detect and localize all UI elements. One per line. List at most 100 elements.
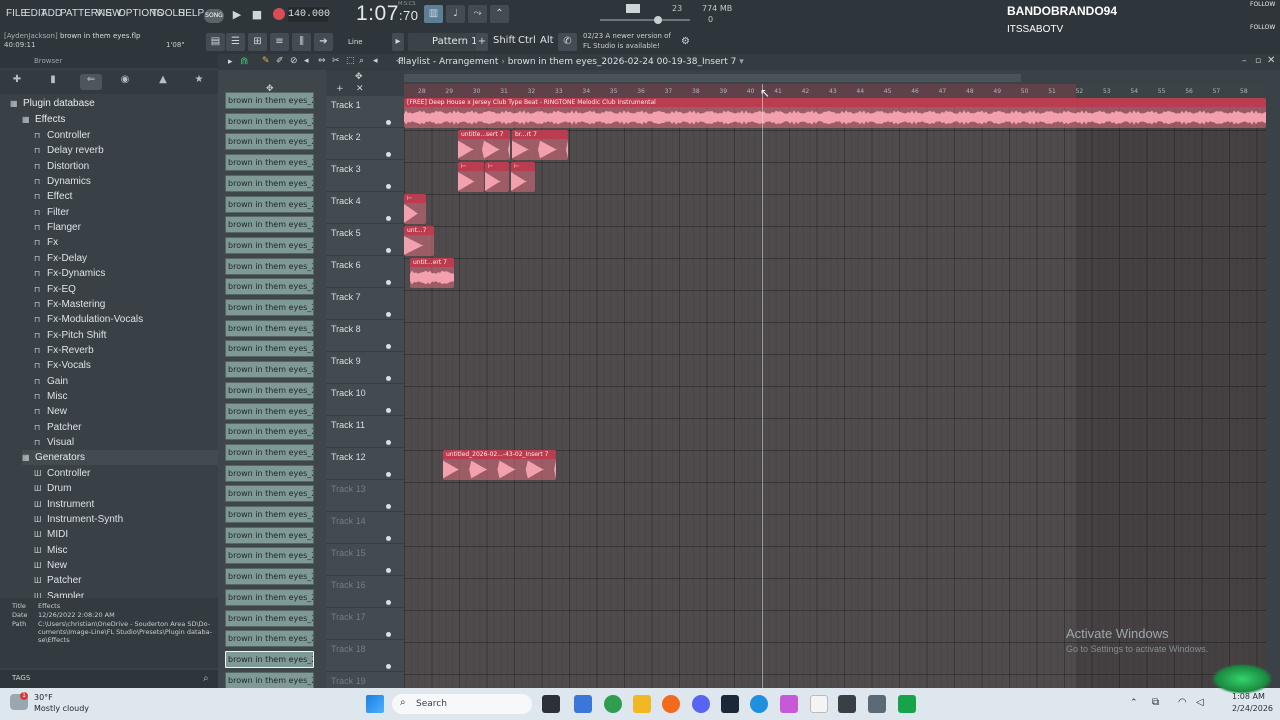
file-explorer-icon[interactable] (633, 695, 651, 713)
discord-icon[interactable] (692, 695, 710, 713)
tree-item-effect[interactable]: ⊓ Dynamics (34, 174, 91, 189)
audio-clip-t2a[interactable]: untitle...sert 7 (458, 130, 510, 160)
task-view-icon[interactable] (542, 695, 560, 713)
browser-file-icon[interactable]: ▮ (42, 74, 64, 90)
track-mute-led[interactable] (386, 376, 391, 381)
browser-star-icon[interactable]: ◉ (114, 74, 136, 90)
clip-source-item[interactable]: brown in them eyes_202... (225, 381, 314, 399)
metronome-icon[interactable]: ⌃ (490, 5, 509, 23)
record-button[interactable] (270, 5, 288, 23)
tree-item-effect[interactable]: ⊓ Fx-Pitch Shift (34, 328, 106, 343)
app-icon-1[interactable] (838, 695, 856, 713)
alt-key[interactable]: Alt (540, 35, 554, 46)
track-mute-led[interactable] (386, 280, 391, 285)
minimize-icon[interactable]: – (1242, 56, 1247, 66)
add-track-icon[interactable]: + (336, 84, 344, 94)
weather-desc[interactable]: Mostly cloudy (34, 704, 89, 713)
piano-roll-icon[interactable]: ☰ (226, 33, 245, 51)
snap-select[interactable]: Line (338, 35, 386, 49)
menu-add[interactable]: ADD (41, 8, 62, 19)
track-mute-led[interactable] (386, 440, 391, 445)
slice-tool-icon[interactable]: ✂ (332, 56, 340, 66)
clip-source-item[interactable]: brown in them eyes_202... (225, 361, 314, 379)
pattern-add-icon[interactable]: + (476, 33, 488, 51)
track-mute-led[interactable] (386, 312, 391, 317)
delete-tool-icon[interactable]: ⊘ (290, 56, 298, 66)
clip-source-item[interactable]: brown in them eyes_202... (225, 154, 314, 172)
clip-source-item[interactable]: brown in them eyes_202... (225, 609, 314, 627)
paint-tool-icon[interactable]: ✐ (276, 56, 284, 66)
track-mute-led[interactable] (386, 600, 391, 605)
tree-item-effect[interactable]: ⊓ Flanger (34, 220, 81, 235)
track-mute-led[interactable] (386, 216, 391, 221)
browser-cloud-icon[interactable]: ▲ (152, 74, 174, 90)
wifi-icon[interactable]: ◠ (1178, 697, 1187, 708)
pencil-tool-icon[interactable]: ✎ (262, 56, 270, 66)
copilot-app-icon[interactable] (780, 695, 798, 713)
clip-source-item[interactable]: brown in them eyes_202... (225, 278, 314, 296)
clip-source-item[interactable]: brown in them eyes_202... (225, 485, 314, 503)
plugin-picker-icon[interactable]: ⫼ (292, 33, 311, 51)
tree-item-effect[interactable]: ⊓ Visual (34, 435, 74, 450)
settings-icon[interactable] (868, 695, 886, 713)
track-mute-led[interactable] (386, 184, 391, 189)
track-mute-led[interactable] (386, 536, 391, 541)
clip-source-item[interactable]: brown in them eyes_202... (225, 257, 314, 275)
tree-item-effect[interactable]: ⊓ Controller (34, 128, 90, 143)
tree-item-effect[interactable]: ⊓ Fx-Reverb (34, 343, 94, 358)
track-mute-led[interactable] (386, 152, 391, 157)
tempo-display[interactable]: 140.000 (288, 7, 330, 22)
clip-source-item[interactable]: brown in them eyes_202... (225, 526, 314, 544)
tray-chevron-icon[interactable]: ⌃ (1130, 698, 1138, 708)
track-mute-led[interactable] (386, 568, 391, 573)
mixer-icon[interactable]: ≡ (270, 33, 289, 51)
track-mute-led[interactable] (386, 408, 391, 413)
tree-item-effect[interactable]: ⊓ New (34, 404, 67, 419)
tree-item-generator[interactable]: Ш Instrument-Synth (34, 512, 123, 527)
news-panel[interactable]: 02/23 A newer version of FL Studio is ava… (583, 31, 671, 51)
menu-help[interactable]: HELP (178, 8, 204, 19)
playlist-snap-icon[interactable]: ⋒ (240, 56, 248, 67)
taskbar-search[interactable]: Search (392, 694, 532, 714)
tree-item-effect[interactable]: ⊓ Distortion (34, 159, 89, 174)
play-button[interactable]: ▶ (228, 5, 246, 23)
tree-item-generator[interactable]: Ш Instrument (34, 497, 94, 512)
tree-item-generator[interactable]: Ш Controller (34, 466, 90, 481)
tree-effects[interactable]: ▦ Effects (22, 112, 65, 127)
playlist-menu-icon[interactable]: ▸ (228, 57, 233, 67)
tree-item-effect[interactable]: ⊓ Effect (34, 189, 72, 204)
close-icon[interactable]: ✕ (1267, 55, 1275, 66)
clip-source-item[interactable]: brown in them eyes_202... (225, 133, 314, 151)
arrow-right-icon[interactable]: ➔ (314, 33, 333, 51)
tree-item-effect[interactable]: ⊓ Fx-Mastering (34, 297, 105, 312)
pattern-select[interactable]: Pattern 1 (408, 33, 482, 51)
pattern-song-icon[interactable]: ▥ (424, 5, 443, 23)
playhead[interactable] (762, 84, 763, 688)
browser-fav-icon[interactable]: ★ (188, 74, 210, 90)
tree-item-generator[interactable]: Ш Drum (34, 481, 71, 496)
notepad-icon[interactable] (810, 695, 828, 713)
clip-source-item[interactable]: brown in them eyes_202... (225, 216, 314, 234)
clip-source-item[interactable]: brown in them eyes_202... (225, 547, 314, 565)
clip-source-item[interactable]: brown in them eyes_202... (225, 423, 314, 441)
audio-clip-t6[interactable]: untit...ert 7 (410, 258, 454, 288)
tree-item-effect[interactable]: ⊓ Delay reverb (34, 143, 104, 158)
clip-list-move-icon[interactable]: ✥ (266, 84, 274, 94)
pattern-prev-icon[interactable]: ▸ (392, 33, 404, 51)
tree-item-effect[interactable]: ⊓ Fx-EQ (34, 282, 76, 297)
audio-clip-t3b[interactable]: ⊢ (485, 162, 509, 192)
settings-gear-icon[interactable]: ⚙ (676, 33, 695, 51)
clip-source-item[interactable]: brown in them eyes_202... (225, 568, 314, 586)
tree-item-effect[interactable]: ⊓ Filter (34, 205, 69, 220)
track-mute-led[interactable] (386, 248, 391, 253)
playlist-icon[interactable]: ▤ (206, 33, 225, 51)
app-icon-2[interactable] (898, 695, 916, 713)
timeline-scrollbar[interactable] (404, 74, 1021, 82)
tags-search-icon[interactable]: ⌕ (203, 673, 209, 684)
audio-clip-t3a[interactable]: ⊢ (458, 162, 484, 192)
track-mute-led[interactable] (386, 344, 391, 349)
clip-source-item[interactable]: brown in them eyes_202... (225, 195, 314, 213)
tree-item-effect[interactable]: ⊓ Fx-Dynamics (34, 266, 105, 281)
clip-source-item[interactable]: brown in them eyes_202... (225, 236, 314, 254)
clip-source-item[interactable]: brown in them eyes_202... (225, 588, 314, 606)
